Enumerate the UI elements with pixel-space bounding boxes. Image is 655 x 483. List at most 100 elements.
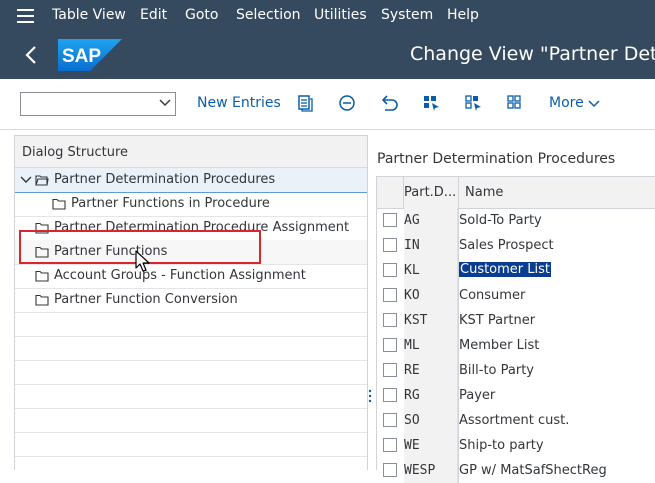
code-cell[interactable]: ML [404,333,458,358]
row-checkbox[interactable] [383,388,397,402]
command-combo[interactable] [20,92,176,116]
undo-icon[interactable] [381,94,399,112]
name-cell[interactable]: KST Partner [459,313,535,328]
chevron-down-icon[interactable] [159,98,171,108]
more-chevron-down-icon[interactable] [588,99,600,109]
menu-goto[interactable]: Goto [185,7,218,23]
code-text: RG [404,388,420,403]
page-title: Change View "Partner Dete [410,43,655,65]
tree-empty-row [15,360,367,385]
menu-system[interactable]: System [381,7,433,23]
table-row[interactable]: KL Customer List [377,258,655,283]
row-checkbox[interactable] [383,438,397,452]
table-row[interactable]: WE Ship-to party [377,433,655,458]
name-cell[interactable]: Ship-to party [459,438,544,453]
code-text: KST [404,313,428,328]
name-cell[interactable]: Assortment cust. [459,413,569,428]
tree-item-partner-functions-in-procedure[interactable]: Partner Functions in Procedure [15,192,367,217]
tree-item-label: Partner Function Conversion [54,292,238,307]
table-row[interactable]: KO Consumer [377,283,655,308]
code-cell[interactable]: AG [404,208,458,233]
folder-open-icon [35,175,49,186]
menu-help[interactable]: Help [447,7,479,23]
table-row[interactable]: WESP GP w/ MatSafShectReg [377,458,655,483]
column-header-name[interactable]: Name [459,177,655,209]
column-header-label: Part.D... [404,185,457,200]
code-text: WESP [404,463,436,478]
code-text: AG [404,213,420,228]
code-cell[interactable]: SO [404,408,458,433]
shell-header: SAP Change View "Partner Dete [0,31,655,79]
row-checkbox[interactable] [383,338,397,352]
menu-edit[interactable]: Edit [140,7,167,23]
tree-empty-row [15,336,367,361]
table-row[interactable]: AG Sold-To Party [377,208,655,233]
name-cell[interactable]: Member List [459,338,539,353]
hamburger-menu-icon[interactable] [17,9,34,23]
table-row[interactable]: RG Payer [377,383,655,408]
table-row[interactable]: SO Assortment cust. [377,408,655,433]
tree-empty-row [15,384,367,409]
code-text: KL [404,263,420,278]
code-text: KO [404,288,420,303]
copy-as-icon[interactable] [296,94,314,112]
more-button[interactable]: More [549,95,584,111]
code-cell[interactable]: KO [404,283,458,308]
deselect-all-icon[interactable] [506,94,524,112]
tree-item-label: Account Groups - Function Assignment [54,268,306,283]
column-header-part-d[interactable]: Part.D... [404,177,459,209]
table-row[interactable]: ML Member List [377,333,655,358]
code-cell[interactable]: IN [404,233,458,258]
code-cell[interactable]: WESP [404,458,458,483]
tree-item-partner-function-conversion[interactable]: Partner Function Conversion [15,288,367,313]
row-checkbox[interactable] [383,463,397,477]
code-text: SO [404,413,420,428]
row-checkbox[interactable] [383,413,397,427]
name-cell[interactable]: Bill-to Party [459,363,534,378]
code-cell[interactable]: RG [404,383,458,408]
row-checkbox[interactable] [383,288,397,302]
row-checkbox[interactable] [383,263,397,277]
code-cell[interactable]: RE [404,358,458,383]
folder-icon [35,294,49,306]
partner-procedures-table: Part.D... Name AG Sold-To Party IN Sales… [376,176,655,483]
new-entries-button[interactable]: New Entries [197,95,281,111]
code-cell[interactable]: KL [404,258,458,283]
tree-item-label: Partner Determination Procedures [54,172,276,187]
expand-chevron-icon[interactable] [20,175,32,185]
name-cell[interactable]: Sold-To Party [459,213,542,228]
sap-logo[interactable]: SAP [58,39,122,71]
name-cell[interactable]: Consumer [459,288,525,303]
tree-item-label: Partner Functions in Procedure [71,196,270,211]
row-checkbox[interactable] [383,363,397,377]
mouse-cursor-icon [135,250,150,272]
menu-table-view[interactable]: Table View [52,7,126,23]
name-cell-selected[interactable]: Customer List [459,262,552,277]
back-arrow-icon[interactable] [24,45,38,65]
name-cell[interactable]: GP w/ MatSafShectReg [459,463,607,478]
menu-utilities[interactable]: Utilities [314,7,367,23]
code-cell[interactable]: KST [404,308,458,333]
tree-item-partner-determination-procedures[interactable]: Partner Determination Procedures [15,168,367,193]
splitter-grip-icon[interactable] [368,388,372,404]
table-row[interactable]: IN Sales Prospect [377,233,655,258]
name-cell[interactable]: Sales Prospect [459,238,554,253]
row-checkbox[interactable] [383,213,397,227]
table-row[interactable]: RE Bill-to Party [377,358,655,383]
row-checkbox[interactable] [383,238,397,252]
dialog-structure-title: Dialog Structure [22,145,129,160]
folder-icon [52,198,66,210]
delete-icon[interactable] [338,94,356,112]
code-text: ML [404,338,420,353]
name-cell[interactable]: Payer [459,388,495,403]
select-all-icon[interactable] [422,94,440,112]
folder-icon [35,270,49,282]
select-column-header[interactable] [377,177,404,209]
row-checkbox[interactable] [383,313,397,327]
tree-item-account-groups-function-assignment[interactable]: Account Groups - Function Assignment [15,264,367,289]
menu-selection[interactable]: Selection [236,7,301,23]
table-row[interactable]: KST KST Partner [377,308,655,333]
select-block-icon[interactable] [464,94,482,112]
code-cell[interactable]: WE [404,433,458,458]
dialog-structure-panel: Dialog Structure Partner Determination P… [14,135,368,470]
